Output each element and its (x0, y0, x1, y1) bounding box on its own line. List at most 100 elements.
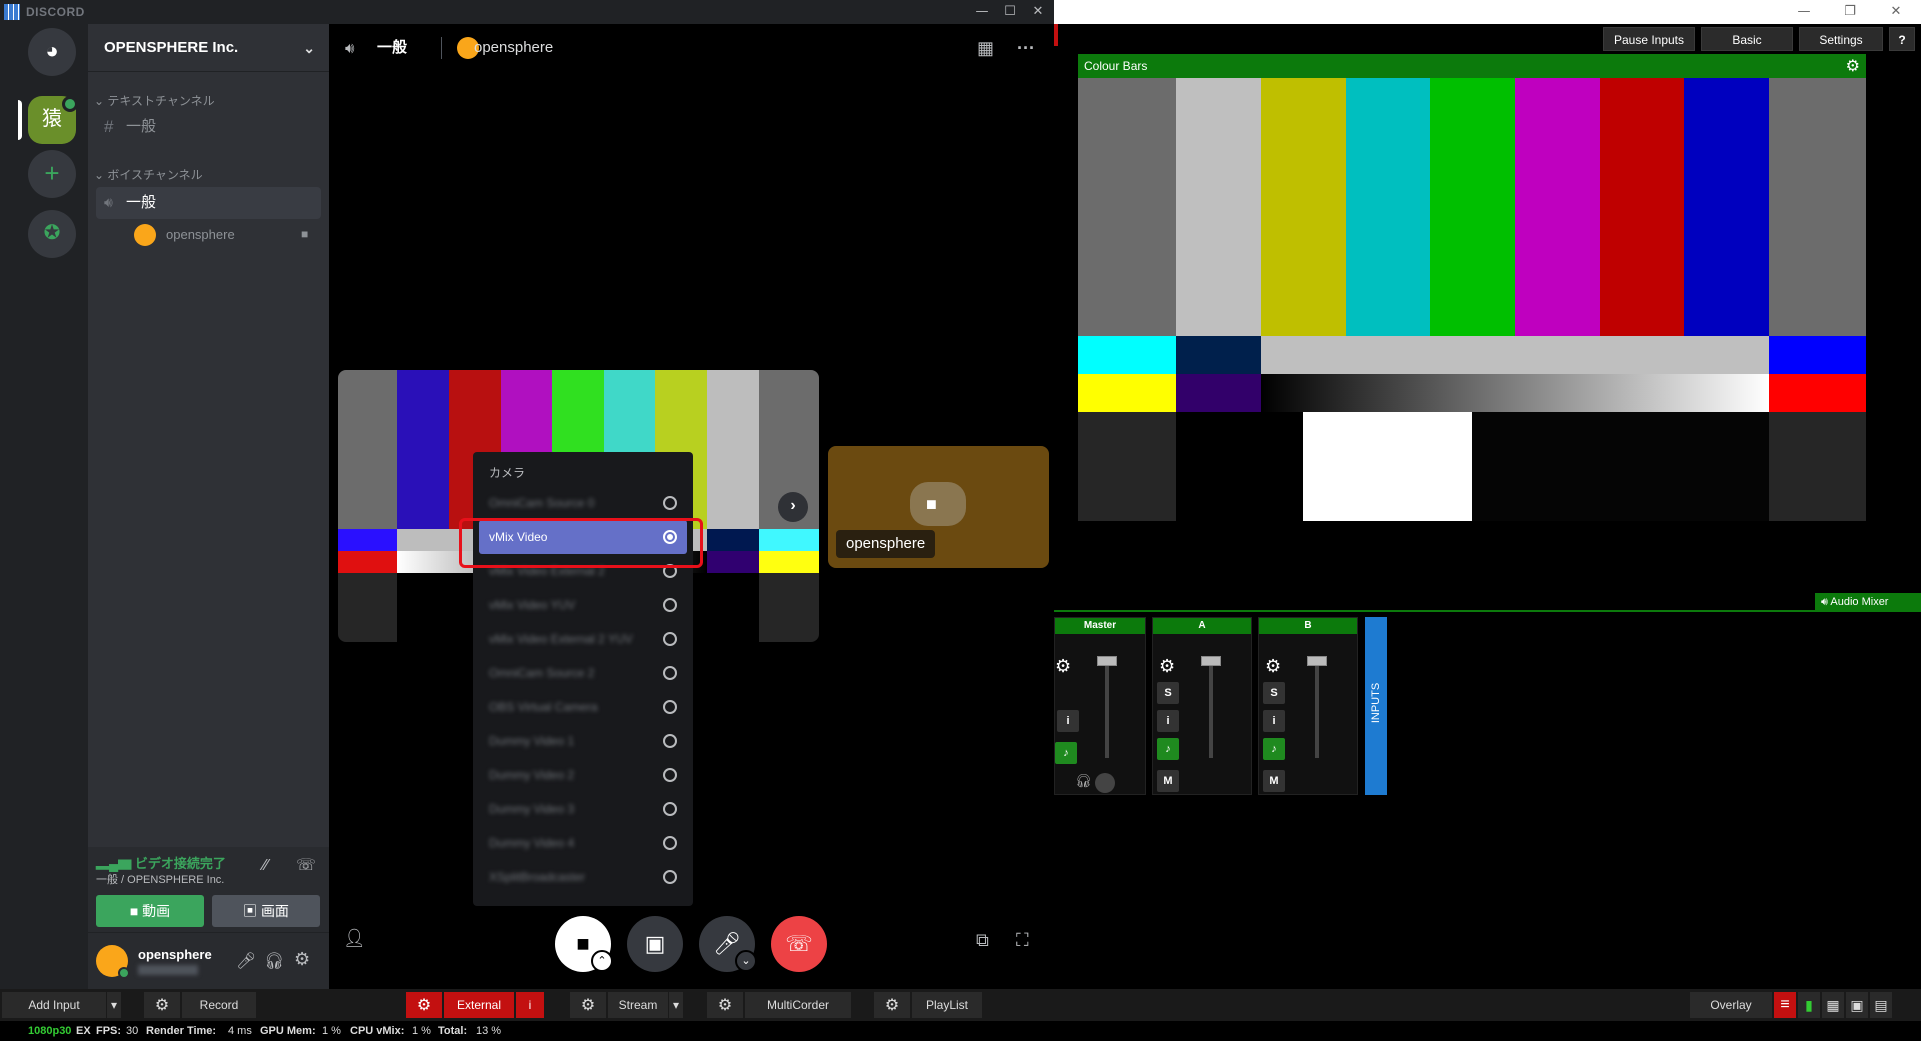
close-icon[interactable]: ✕ (1024, 2, 1052, 22)
screen-share-button[interactable]: ▣ (627, 916, 683, 972)
fader-knob[interactable] (1201, 656, 1221, 666)
basic-button[interactable]: Basic (1701, 27, 1793, 51)
audio-meter-icon[interactable]: ▮ (1798, 992, 1820, 1018)
stream-button[interactable]: Stream (608, 992, 668, 1018)
video-button[interactable]: ■ 動画 (96, 895, 204, 927)
solo-button[interactable]: S (1263, 682, 1285, 704)
speaker-icon[interactable]: ♪ (1157, 738, 1179, 760)
avatar[interactable] (134, 224, 156, 246)
camera-option[interactable]: OmniCam Source 0 (479, 486, 687, 520)
inputs-tab[interactable]: INPUTS (1365, 617, 1387, 795)
camera-options-chevron-icon[interactable]: ⌃ (591, 950, 613, 972)
add-input-button[interactable]: Add Input (2, 992, 106, 1018)
mic-options-chevron-icon[interactable]: ⌄ (735, 950, 757, 972)
speaker-icon[interactable]: ♪ (1055, 742, 1077, 764)
add-server-icon[interactable]: + (28, 150, 76, 198)
pause-inputs-button[interactable]: Pause Inputs (1603, 27, 1695, 51)
speaker-icon[interactable]: ♪ (1263, 738, 1285, 760)
multicorder-button[interactable]: MultiCorder (745, 992, 851, 1018)
master-fader-knob[interactable] (1097, 656, 1117, 666)
gear-icon[interactable]: ⚙ (1055, 656, 1071, 677)
explore-compass-icon[interactable]: ✪ (28, 210, 76, 258)
camera-menu-title: カメラ (489, 466, 526, 480)
camera-option[interactable]: vMix Video External 2 YUV (479, 622, 687, 656)
fullscreen-icon[interactable]: ⛶ (1016, 930, 1029, 951)
record-button[interactable]: Record (182, 992, 256, 1018)
gear-icon[interactable]: ⚙ (874, 992, 910, 1018)
fader-knob[interactable] (1307, 656, 1327, 666)
headphones-icon[interactable]: 🎧︎ (1075, 774, 1092, 789)
restore-icon[interactable]: ❐ (1830, 2, 1870, 22)
grid-view-icon[interactable]: ▦ (977, 24, 994, 72)
screen-share-button[interactable]: ▣ 画面 (212, 895, 320, 927)
popout-icon[interactable]: ⧉ (976, 930, 989, 951)
camera-option[interactable]: XSplitBroadcaster (479, 860, 687, 894)
chevron-right-icon[interactable]: › (778, 492, 808, 522)
channel-voice-general[interactable]: 🔊︎ 一般 (96, 187, 321, 219)
gear-icon[interactable]: ⚙ (406, 992, 442, 1018)
preview-header: Colour Bars ⚙ (1078, 54, 1866, 78)
disconnect-icon[interactable]: ☏ (296, 855, 316, 875)
gear-icon[interactable]: ⚙ (144, 992, 180, 1018)
disconnect-call-button[interactable]: ☏ (771, 916, 827, 972)
volume-knob[interactable] (1095, 773, 1115, 793)
video-tile-user[interactable]: ■ opensphere (828, 446, 1049, 568)
list-view-icon[interactable]: ≡ (1774, 992, 1796, 1018)
camera-option[interactable]: OBS Virtual Camera (479, 690, 687, 724)
category-text[interactable]: ⌄ テキストチャンネル (94, 92, 215, 109)
close-icon[interactable]: ✕ (1876, 2, 1916, 22)
help-button[interactable]: ? (1889, 27, 1915, 51)
vmix-titlebar: — ❐ ✕ (1054, 0, 1921, 24)
camera-option[interactable]: Dummy Video 1 (479, 724, 687, 758)
master-fader-track[interactable] (1105, 658, 1109, 758)
camera-option[interactable]: Dummy Video 3 (479, 792, 687, 826)
username[interactable]: opensphere (138, 947, 212, 962)
invite-user-icon[interactable]: 👤︎ (343, 928, 366, 949)
mute-button[interactable]: M (1157, 770, 1179, 792)
settings-button[interactable]: Settings (1799, 27, 1883, 51)
solo-button[interactable]: S (1157, 682, 1179, 704)
channel-text-general[interactable]: # 一般 (96, 111, 321, 143)
discord-home-icon[interactable]: ◕ (28, 28, 76, 76)
camera-option[interactable]: Dummy Video 4 (479, 826, 687, 860)
camera-option[interactable]: vMix Video YUV (479, 588, 687, 622)
headphones-icon[interactable]: 🎧︎ (264, 951, 284, 970)
gear-icon[interactable]: ⚙ (707, 992, 743, 1018)
camera-option[interactable]: OmniCam Source 2 (479, 656, 687, 690)
stream-dropdown-icon[interactable]: ▾ (669, 992, 683, 1018)
add-input-dropdown-icon[interactable]: ▾ (107, 992, 121, 1018)
discord-avatar-placeholder (910, 482, 966, 526)
external-info-button[interactable]: i (516, 992, 544, 1018)
microphone-icon[interactable]: 🎤︎ (236, 951, 256, 971)
vmix-bottom-bar: Add Input ▾ ⚙ Record ⚙ External i ⚙ Stre… (0, 989, 1921, 1021)
calculator-icon[interactable]: ▤ (1870, 992, 1892, 1018)
gear-icon[interactable]: ⚙ (1265, 656, 1281, 677)
voice-location: 一般 / OPENSPHERE Inc. (96, 874, 225, 886)
playlist-button[interactable]: PlayList (912, 992, 982, 1018)
camera-option[interactable]: Dummy Video 2 (479, 758, 687, 792)
maximize-icon[interactable]: ☐ (996, 2, 1024, 22)
minimize-icon[interactable]: — (1784, 2, 1824, 22)
category-voice[interactable]: ⌄ ボイスチャンネル (94, 166, 203, 183)
more-options-icon[interactable]: ··· (1017, 24, 1035, 72)
fader-track[interactable] (1209, 658, 1213, 758)
gear-icon[interactable]: ⚙ (570, 992, 606, 1018)
info-button[interactable]: i (1057, 710, 1079, 732)
fader-track[interactable] (1315, 658, 1319, 758)
gear-icon[interactable]: ⚙ (1846, 54, 1860, 78)
overlay-button[interactable]: Overlay (1690, 992, 1772, 1018)
gear-icon[interactable]: ⚙ (1159, 656, 1175, 677)
snapshot-icon[interactable]: ▣ (1846, 992, 1868, 1018)
multiview-icon[interactable]: ▦ (1822, 992, 1844, 1018)
mixer-strip-a: A ⚙ S i ♪ M (1152, 617, 1252, 795)
external-button[interactable]: External (444, 992, 514, 1018)
gear-icon[interactable]: ⚙ (294, 949, 310, 970)
info-button[interactable]: i (1263, 710, 1285, 732)
minimize-icon[interactable]: — (968, 2, 996, 22)
info-button[interactable]: i (1157, 710, 1179, 732)
noise-suppression-icon[interactable]: ⁄⁄ (263, 857, 268, 875)
mute-button[interactable]: M (1263, 770, 1285, 792)
server-header[interactable]: OPENSPHERE Inc. ⌄ (88, 24, 329, 72)
voice-user-name[interactable]: opensphere (166, 227, 235, 242)
audio-mixer-tab[interactable]: 🔊︎ Audio Mixer (1815, 593, 1921, 611)
